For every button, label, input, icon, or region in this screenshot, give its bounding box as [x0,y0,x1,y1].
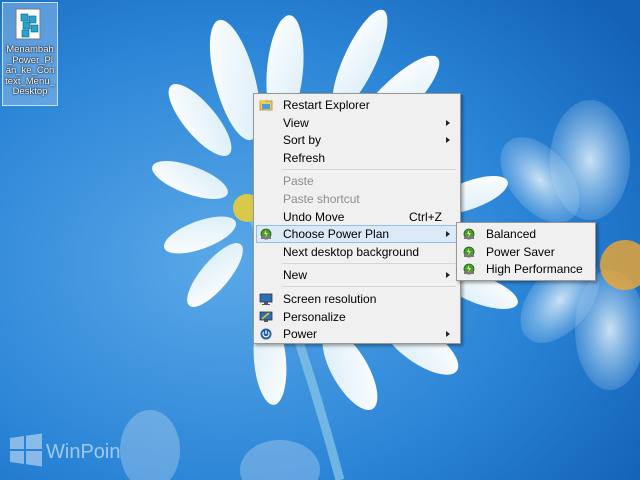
submenu-item-label: High Performance [486,262,583,276]
power-icon [260,328,272,340]
monitor-icon [259,293,273,305]
menu-item-view[interactable]: View [256,114,458,132]
submenu-item-label: Power Saver [486,244,555,259]
menu-item-label: Sort by [283,133,322,148]
power-plan-icon [260,228,272,240]
menu-item-label: Personalize [283,309,346,324]
menu-item-undo-move[interactable]: Undo Move Ctrl+Z [256,208,458,226]
submenu-arrow-icon [446,272,450,279]
power-plan-submenu: Balanced Power Saver High Performance [456,222,596,281]
menu-item-sort-by[interactable]: Sort by [256,131,458,149]
menu-item-refresh[interactable]: Refresh [256,149,458,167]
power-plan-icon [463,228,475,240]
folder-icon [259,100,273,111]
personalize-icon [259,311,273,322]
registry-file-icon [15,8,41,40]
menu-item-screen-resolution[interactable]: Screen resolution [256,290,458,308]
menu-item-new[interactable]: New [256,266,458,284]
menu-item-label: Paste [283,174,314,189]
menu-separator [282,286,456,288]
submenu-item-high-performance[interactable]: High Performance [459,260,593,278]
menu-item-personalize[interactable]: Personalize [256,308,458,326]
menu-item-label: Screen resolution [283,291,377,306]
submenu-arrow-icon [446,231,450,238]
menu-item-label: Next desktop background [283,244,420,259]
menu-separator [282,168,456,170]
menu-separator [282,262,456,264]
power-plan-icon [463,263,475,275]
menu-item-label: Undo Move [283,209,345,224]
menu-item-label: Refresh [283,150,326,165]
menu-item-label: Paste shortcut [283,191,360,206]
menu-item-power[interactable]: Power [256,325,458,343]
menu-item-label: Choose Power Plan [283,227,390,242]
windows-logo-watermark [10,433,42,467]
desktop-file-icon[interactable]: Menambah_Power_Plan_ke_Context_Menu_Desk… [2,2,58,106]
desktop-context-menu: Restart Explorer View Sort by Refresh Pa… [253,93,461,344]
menu-item-shortcut: Ctrl+Z [409,209,442,224]
submenu-item-balanced[interactable]: Balanced [459,225,593,243]
submenu-item-power-saver[interactable]: Power Saver [459,243,593,261]
submenu-item-label: Balanced [486,227,537,241]
menu-item-choose-power-plan[interactable]: Choose Power Plan [256,225,458,243]
menu-item-paste[interactable]: Paste [256,172,458,190]
desktop-file-label: Menambah_Power_Plan_ke_Context_Menu_Desk… [5,44,55,97]
menu-item-paste-shortcut[interactable]: Paste shortcut [256,190,458,208]
submenu-arrow-icon [446,331,450,338]
watermark-text: WinPoin [46,441,121,463]
menu-item-label: View [283,115,309,130]
menu-item-label: Restart Explorer [283,98,370,112]
menu-item-restart-explorer[interactable]: Restart Explorer [256,96,458,114]
submenu-arrow-icon [446,137,450,144]
menu-item-next-desktop-background[interactable]: Next desktop background [256,243,458,261]
menu-item-label: New [283,268,308,283]
power-plan-icon [463,246,475,257]
submenu-arrow-icon [446,119,450,126]
menu-item-label: Power [283,327,318,342]
